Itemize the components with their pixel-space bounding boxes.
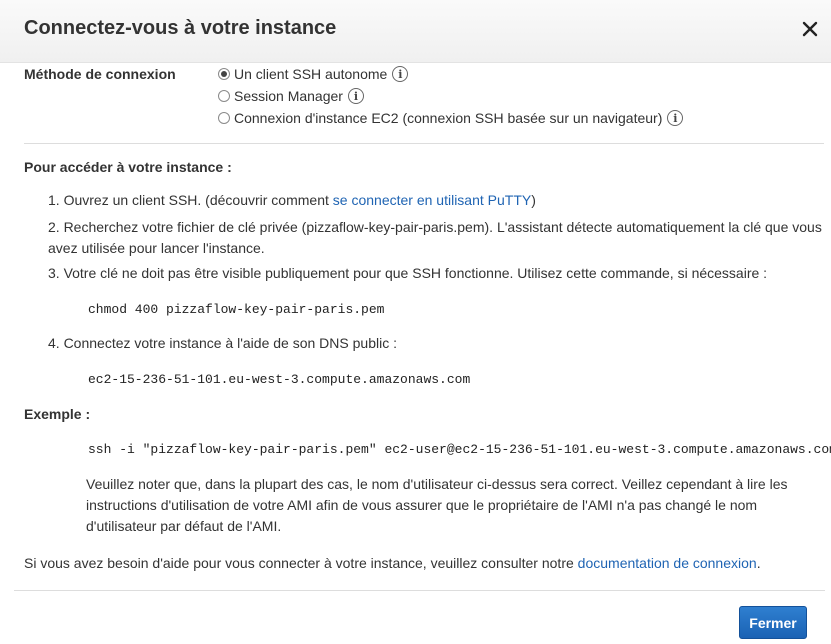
example-heading: Exemple : [24, 406, 91, 422]
divider [24, 143, 824, 144]
radio-label: Session Manager [234, 88, 343, 104]
step-1-suffix: ) [531, 192, 536, 208]
dialog-header: Connectez-vous à votre instance [0, 0, 831, 63]
info-icon[interactable]: i [667, 110, 684, 126]
connection-method-label: Méthode de connexion [24, 66, 176, 82]
radio-icon[interactable] [218, 68, 230, 80]
access-heading: Pour accéder à votre instance : [24, 159, 232, 175]
public-dns: ec2-15-236-51-101.eu-west-3.compute.amaz… [88, 372, 471, 387]
connection-documentation-link[interactable]: documentation de connexion [578, 555, 757, 571]
radio-option-ec2-instance-connect[interactable]: Connexion d'instance EC2 (connexion SSH … [218, 108, 684, 128]
help-text-suffix: . [756, 555, 761, 571]
radio-label: Un client SSH autonome [234, 66, 388, 82]
info-icon[interactable]: i [347, 88, 364, 104]
step-1: 1. Ouvrez un client SSH. (découvrir comm… [48, 190, 826, 211]
radio-option-ssh-client[interactable]: Un client SSH autonome i [218, 64, 409, 84]
info-icon[interactable]: i [392, 66, 409, 82]
putty-link[interactable]: se connecter en utilisant PuTTY [333, 192, 531, 208]
footer-divider [14, 590, 825, 591]
step-3: 3. Votre clé ne doit pas être visible pu… [48, 265, 768, 281]
radio-icon[interactable] [218, 112, 230, 124]
username-note: Veuillez noter que, dans la plupart des … [86, 476, 788, 534]
ssh-command: ssh -i "pizzaflow-key-pair-paris.pem" ec… [88, 442, 831, 457]
close-button[interactable]: Fermer [739, 606, 807, 639]
radio-icon[interactable] [218, 90, 230, 102]
help-text: Si vous avez besoin d'aide pour vous con… [24, 553, 814, 574]
chmod-command: chmod 400 pizzaflow-key-pair-paris.pem [88, 302, 385, 317]
radio-option-session-manager[interactable]: Session Manager i [218, 86, 364, 106]
dialog-title: Connectez-vous à votre instance [24, 17, 337, 39]
help-text-body: Si vous avez besoin d'aide pour vous con… [24, 555, 574, 571]
step-4: 4. Connectez votre instance à l'aide de … [48, 335, 397, 351]
step-2: 2. Recherchez votre fichier de clé privé… [48, 219, 822, 256]
radio-label: Connexion d'instance EC2 (connexion SSH … [234, 110, 663, 126]
close-icon[interactable] [799, 18, 821, 40]
step-1-text: 1. Ouvrez un client SSH. (découvrir comm… [48, 192, 329, 208]
